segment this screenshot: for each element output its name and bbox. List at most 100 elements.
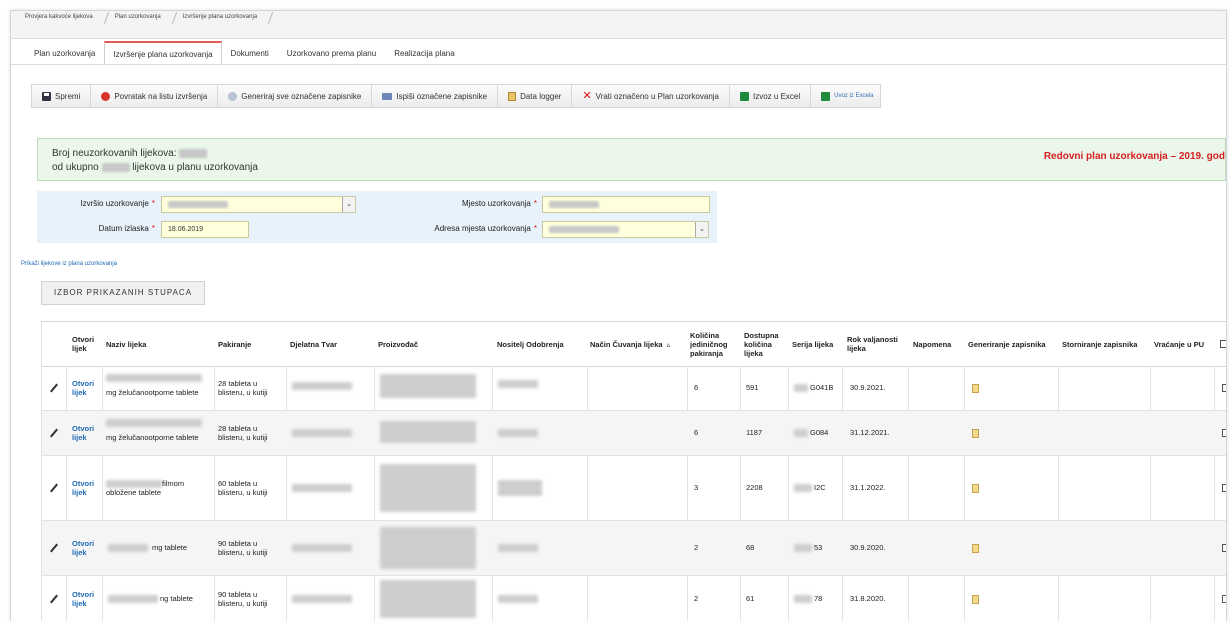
place-input[interactable] — [542, 196, 710, 213]
revert-button[interactable]: ✕ Vrati označeno u Plan uzorkovanja — [572, 85, 730, 107]
chevron-down-icon[interactable]: ⌄ — [695, 222, 708, 237]
tab-realization[interactable]: Realizacija plana — [385, 41, 463, 65]
table-row[interactable]: Otvori lijek filmom obložene tablete 60 … — [42, 456, 1226, 521]
expiry-date: 30.9.2020. — [850, 543, 886, 553]
col-note[interactable]: Napomena — [913, 322, 967, 366]
redacted-value — [179, 148, 208, 158]
chevron-down-icon[interactable]: ⌄ — [342, 197, 355, 212]
redacted-maker — [380, 580, 476, 620]
col-holder[interactable]: Nositelj Odobrenja — [497, 322, 589, 366]
date-label-text: Datum izlaska — [98, 224, 149, 233]
total-post: lijekova u planu uzorkovanja — [132, 162, 258, 173]
row-checkbox[interactable] — [1222, 456, 1226, 520]
redacted-holder — [498, 544, 538, 554]
column-chooser-button[interactable]: IZBOR PRIKAZANIH STUPACA — [41, 281, 205, 305]
redacted-value — [549, 225, 619, 233]
excel-icon — [821, 91, 831, 101]
open-medicine-link[interactable]: Otvori lijek — [72, 411, 100, 455]
tab-sampled[interactable]: Uzorkovano prema planu — [278, 41, 385, 65]
back-button[interactable]: Povratak na listu izvršenja — [91, 85, 219, 107]
medicine-name: mg želučanootporne tablete — [106, 388, 199, 398]
generate-record-icon[interactable] — [972, 411, 979, 455]
edit-icon[interactable] — [50, 576, 58, 621]
generate-record-icon[interactable] — [972, 576, 979, 621]
edit-icon[interactable] — [50, 366, 58, 410]
edit-icon[interactable] — [50, 456, 58, 520]
sampler-label: Izvršio uzorkovanje * — [47, 199, 155, 208]
edit-icon[interactable] — [50, 521, 58, 575]
import-excel-button[interactable]: Uvoz iz Excela — [811, 85, 879, 107]
breadcrumb: Provjera kakvoće lijekova Plan uzorkovan… — [11, 11, 1226, 39]
open-medicine-link[interactable]: Otvori lijek — [72, 366, 100, 410]
date-input[interactable]: 18.06.2019 — [161, 221, 249, 238]
col-substance[interactable]: Djelatna Tvar — [290, 322, 376, 366]
export-excel-button[interactable]: Izvoz u Excel — [730, 85, 812, 107]
save-button[interactable]: Spremi — [32, 85, 92, 107]
total-pre: od ukupno — [52, 162, 99, 173]
table-row[interactable]: Otvori lijek mg želučanootporne tablete … — [42, 366, 1226, 411]
open-medicine-link[interactable]: Otvori lijek — [72, 456, 100, 520]
show-medicines-link[interactable]: Prikaži lijekove iz plana uzorkovanja — [21, 261, 117, 267]
breadcrumb-item[interactable]: Provjera kakvoće lijekova — [25, 11, 103, 20]
save-icon — [42, 91, 51, 101]
col-batch[interactable]: Serija lijeka — [792, 322, 840, 366]
address-select[interactable]: ⌄ — [542, 221, 709, 238]
redacted-batch — [794, 544, 812, 554]
redacted-maker — [380, 374, 476, 400]
generate-label: Generiraj sve označene zapisnike — [241, 91, 362, 101]
row-checkbox[interactable] — [1222, 576, 1226, 621]
batch: G084 — [810, 428, 829, 438]
col-cancel[interactable]: Storniranje zapisnika — [1062, 322, 1154, 366]
redacted-holder — [498, 480, 542, 498]
generate-record-icon[interactable] — [972, 456, 979, 520]
col-maker[interactable]: Proizvođač — [378, 322, 490, 366]
select-all[interactable] — [1220, 322, 1226, 366]
table-row[interactable]: Otvori lijek mg tablete 90 tableta u bli… — [42, 521, 1226, 576]
open-medicine-link[interactable]: Otvori lijek — [72, 521, 100, 575]
back-icon — [101, 91, 111, 101]
document-icon — [508, 91, 517, 101]
generate-record-icon[interactable] — [972, 521, 979, 575]
open-medicine-link[interactable]: Otvori lijek — [72, 576, 100, 621]
col-open[interactable]: Otvori lijek — [72, 322, 106, 366]
unit-quantity: 3 — [694, 483, 699, 493]
generate-all-button[interactable]: Generiraj sve označene zapisnike — [218, 85, 373, 107]
tab-plan[interactable]: Plan uzorkovanja — [25, 41, 104, 65]
breadcrumb-item[interactable]: Izvršenje plana uzorkovanja — [183, 11, 267, 20]
generate-record-icon[interactable] — [972, 366, 979, 410]
col-name[interactable]: Naziv lijeka — [106, 322, 216, 366]
breadcrumb-item[interactable]: Plan uzorkovanja — [115, 11, 171, 20]
table-row[interactable]: Otvori lijek mg želučanootporne tablete … — [42, 411, 1226, 456]
row-checkbox[interactable] — [1222, 366, 1226, 410]
sort-icon[interactable]: ▵ — [667, 340, 671, 349]
col-qty[interactable]: Količina jediničnog pakiranja — [690, 322, 742, 366]
col-pack[interactable]: Pakiranje — [218, 322, 288, 366]
print-button[interactable]: Ispiši označene zapisnike — [372, 85, 499, 107]
col-return[interactable]: Vraćanje u PU — [1154, 322, 1214, 366]
row-checkbox[interactable] — [1222, 521, 1226, 575]
print-label: Ispiši označene zapisnike — [396, 91, 488, 101]
medicine-name: filmom obložene tablete — [106, 478, 185, 498]
select-all-checkbox[interactable] — [1220, 340, 1226, 348]
excel-icon — [740, 91, 749, 101]
col-avail[interactable]: Dostupna količina lijeka — [744, 322, 790, 366]
sampler-label-text: Izvršio uzorkovanje — [80, 199, 149, 208]
unit-quantity: 6 — [694, 428, 699, 438]
col-expiry[interactable]: Rok valjanosti lijeka — [847, 322, 911, 366]
info-box: Broj neuzorkovanih lijekova: od ukupno l… — [37, 138, 1226, 181]
batch: I2C — [814, 483, 826, 493]
required-mark: * — [151, 199, 155, 208]
edit-icon[interactable] — [50, 411, 58, 455]
row-checkbox[interactable] — [1222, 411, 1226, 455]
expiry-date: 30.9.2021. — [850, 383, 886, 393]
data-logger-button[interactable]: Data logger — [498, 85, 573, 107]
tab-execution[interactable]: Izvršenje plana uzorkovanja — [104, 41, 222, 65]
table-row[interactable]: Otvori lijek ng tablete 90 tableta u bli… — [42, 576, 1226, 621]
sampler-select[interactable]: ⌄ — [161, 196, 356, 213]
col-generate[interactable]: Generiranje zapisnika — [968, 322, 1060, 366]
required-mark: * — [533, 199, 537, 208]
unsampled-count: Broj neuzorkovanih lijekova: — [52, 148, 208, 159]
packaging: 90 tableta u blisteru, u kutiji — [218, 538, 268, 558]
col-storage[interactable]: Način Čuvanja lijeka ▵ — [590, 322, 690, 366]
tab-documents[interactable]: Dokumenti — [222, 41, 278, 65]
